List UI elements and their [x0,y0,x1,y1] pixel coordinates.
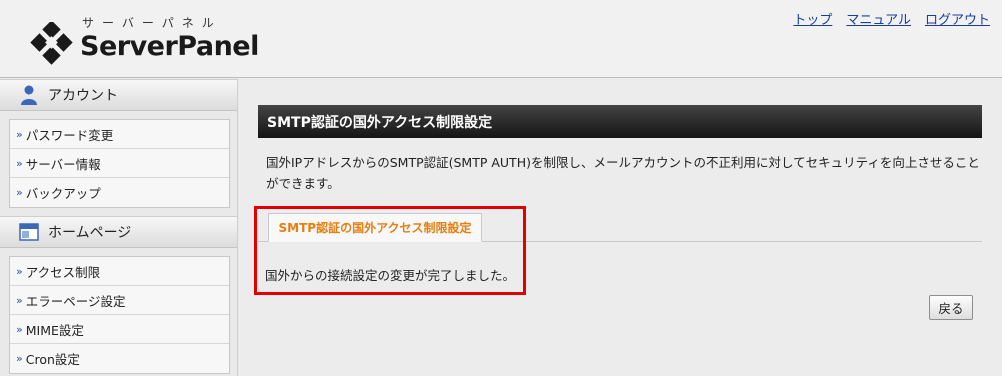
double-arrow-icon: » [16,322,23,336]
sidebar-item-label: アクセス制限 [25,264,101,280]
double-arrow-icon: » [16,186,23,199]
homepage-menu: » アクセス制限 » エラーページ設定 » MIME設定 » Cron設定 [9,256,230,374]
sidebar-section-account: アカウント [0,79,237,111]
sidebar-item-cron[interactable]: » Cron設定 [10,344,229,373]
logo-subtitle: サーバーパネル [82,16,222,30]
sidebar-item-error-page[interactable]: » エラーページ設定 [10,286,229,315]
window-icon [19,223,39,241]
back-button[interactable]: 戻る [929,295,973,320]
double-arrow-icon: » [16,264,23,278]
nav-link-manual[interactable]: マニュアル [846,9,911,28]
sidebar-item-password-change[interactable]: » パスワード変更 [10,120,229,149]
sidebar-item-label: Cron設定 [25,352,80,367]
double-arrow-icon: » [16,352,23,365]
sidebar-item-access-restriction[interactable]: » アクセス制限 [10,257,229,286]
sidebar-section-title: アカウント [48,88,118,104]
sidebar-section-homepage: ホームページ [0,216,237,248]
sidebar-item-server-info[interactable]: » サーバー情報 [10,149,229,178]
main-content: SMTP認証の国外アクセス制限設定 国外IPアドレスからのSMTP認証(SMTP… [239,79,1002,376]
sidebar-item-label: サーバー情報 [25,156,101,172]
double-arrow-icon: » [16,293,23,307]
logo[interactable]: サーバーパネル ServerPanel [30,14,260,65]
double-arrow-icon: » [16,127,23,141]
double-arrow-icon: » [16,156,23,170]
nav-link-top[interactable]: トップ [793,9,832,28]
sidebar-section-title: ホームページ [48,225,132,241]
sidebar-item-label: MIME設定 [25,322,84,338]
page-title: SMTP認証の国外アクセス制限設定 [258,105,982,138]
sidebar: アカウント » パスワード変更 » サーバー情報 » バックアップ ホームページ… [0,79,238,376]
sidebar-item-label: バックアップ [25,186,101,201]
highlight-box [254,206,526,295]
sidebar-item-mime[interactable]: » MIME設定 [10,315,229,344]
logo-title: ServerPanel [80,31,259,62]
sidebar-item-backup[interactable]: » バックアップ [10,178,229,207]
header: サーバーパネル ServerPanel トップ マニュアル ログアウト [0,0,1002,78]
sidebar-item-label: エラーページ設定 [25,293,126,309]
top-navigation: トップ マニュアル ログアウト [793,9,990,28]
logo-diamond-icon [30,22,73,65]
user-icon [21,85,37,105]
page-description: 国外IPアドレスからのSMTP認証(SMTP AUTH)を制限し、メールアカウン… [266,155,980,191]
sidebar-item-label: パスワード変更 [25,127,114,143]
nav-link-logout[interactable]: ログアウト [925,9,990,28]
account-menu: » パスワード変更 » サーバー情報 » バックアップ [9,119,230,208]
